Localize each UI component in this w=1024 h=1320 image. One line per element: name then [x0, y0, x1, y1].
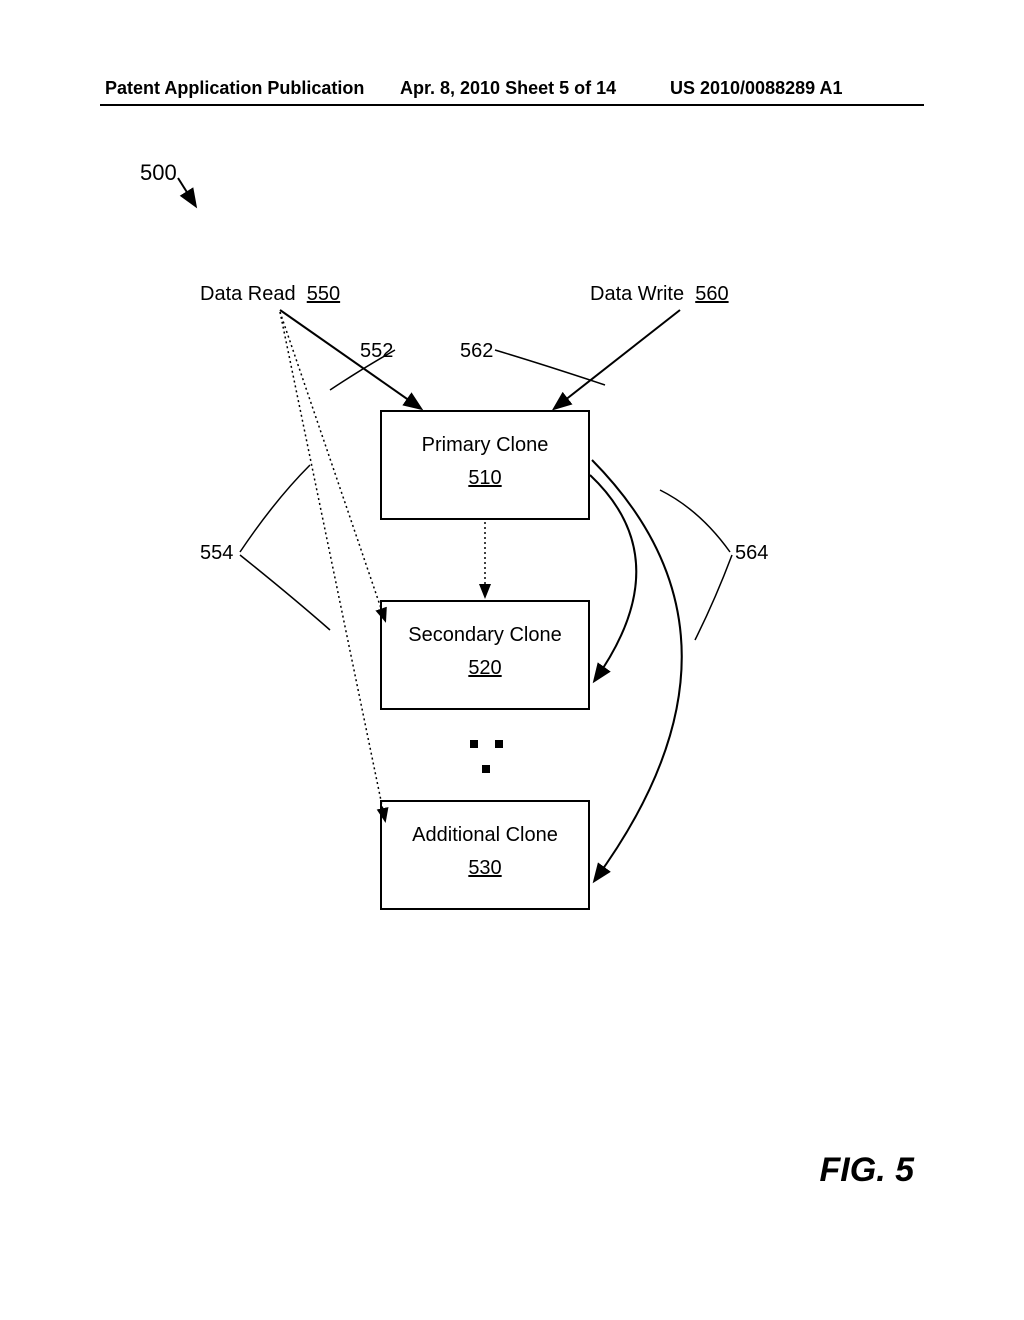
header-date-sheet: Apr. 8, 2010 Sheet 5 of 14 [400, 78, 616, 99]
data-write-text: Data Write [590, 283, 684, 305]
ellipsis-dot [495, 740, 503, 748]
header-pub-number: US 2010/0088289 A1 [670, 78, 842, 99]
ellipsis-dot [470, 740, 478, 748]
page: Patent Application Publication Apr. 8, 2… [0, 0, 1024, 1320]
data-read-label: Data Read 550 [200, 283, 340, 306]
header-publication: Patent Application Publication [105, 78, 364, 99]
primary-clone-num: 510 [382, 467, 588, 490]
primary-clone-label: Primary Clone [422, 434, 549, 456]
header-rule [100, 104, 924, 106]
secondary-clone-box: Secondary Clone 520 [380, 600, 590, 710]
additional-clone-label: Additional Clone [412, 824, 558, 846]
ref-554: 554 [200, 542, 233, 565]
figure-caption: FIG. 5 [820, 1151, 914, 1190]
primary-clone-box: Primary Clone 510 [380, 410, 590, 520]
figure-ref-label: 500 [140, 160, 177, 186]
secondary-clone-label: Secondary Clone [408, 624, 561, 646]
additional-clone-num: 530 [382, 857, 588, 880]
data-write-label: Data Write 560 [590, 283, 729, 306]
ref-562: 562 [460, 340, 493, 363]
ref-552: 552 [360, 340, 393, 363]
data-write-num: 560 [695, 283, 728, 305]
ellipsis-dot [482, 765, 490, 773]
secondary-clone-num: 520 [382, 657, 588, 680]
data-read-text: Data Read [200, 283, 296, 305]
ref-564: 564 [735, 542, 768, 565]
additional-clone-box: Additional Clone 530 [380, 800, 590, 910]
data-read-num: 550 [307, 283, 340, 305]
